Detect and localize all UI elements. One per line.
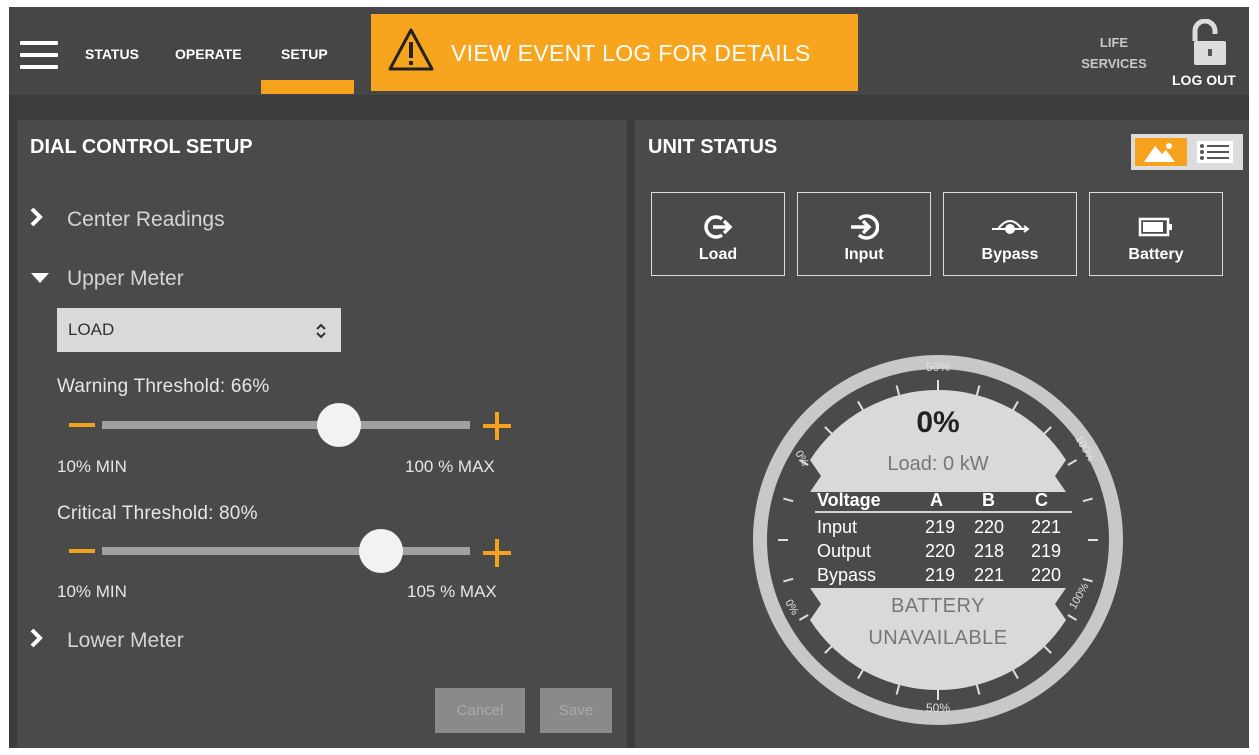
alert-text: VIEW EVENT LOG FOR DETAILS (451, 40, 811, 66)
dial-load-text: Load: 0 kW (887, 453, 988, 475)
critical-min-label: 10% MIN (57, 582, 127, 601)
critical-increase-button[interactable] (483, 539, 511, 567)
chevron-down-icon (29, 268, 49, 291)
upper-meter-select-value: LOAD (68, 320, 115, 339)
active-tab-indicator (261, 80, 354, 94)
row-bypass-name: Bypass (817, 565, 876, 585)
row-input-b: 220 (974, 517, 1004, 537)
top-bar: STATUS OPERATE SETUP VIEW EVENT LOG FOR … (9, 7, 1249, 95)
tab-operate[interactable]: OPERATE (175, 46, 242, 62)
cancel-button[interactable]: Cancel (435, 688, 525, 733)
unit-status-dial: 50% 50% 0% 100% 0% 100% 0% Load: 0 kW Vo… (753, 355, 1123, 725)
critical-decrease-button[interactable] (69, 549, 95, 553)
warning-icon (388, 28, 434, 71)
chevron-right-icon (29, 206, 49, 234)
warning-increase-button[interactable] (483, 412, 511, 440)
dial-control-setup-panel: DIAL CONTROL SETUP Center Readings Upper… (17, 120, 627, 748)
hamburger-icon[interactable] (20, 41, 58, 69)
row-output-name: Output (817, 541, 871, 561)
row-input-a: 219 (925, 517, 955, 537)
tab-setup[interactable]: SETUP (281, 46, 328, 62)
voltage-header: Voltage (817, 490, 881, 510)
row-output-a: 220 (925, 541, 955, 561)
save-button[interactable]: Save (540, 688, 612, 733)
center-readings-label: Center Readings (67, 208, 225, 231)
critical-max-label: 105 % MAX (407, 582, 497, 601)
warning-threshold-label: Warning Threshold: 66% (57, 376, 270, 397)
row-output-b: 218 (974, 541, 1004, 561)
row-bypass-b: 221 (974, 565, 1004, 585)
unlocked-padlock-icon[interactable] (1187, 19, 1227, 67)
unit-status-panel: UNIT STATUS Load Input Bypass Battery 50… (635, 120, 1249, 748)
warning-min-label: 10% MIN (57, 457, 127, 476)
warning-decrease-button[interactable] (69, 423, 95, 427)
upper-meter-section[interactable]: Upper Meter (29, 267, 184, 291)
center-readings-section[interactable]: Center Readings (29, 206, 225, 234)
row-bypass-a: 219 (925, 565, 955, 585)
life-services-link[interactable]: LIFE SERVICES (1069, 32, 1159, 74)
slider-knob[interactable] (316, 403, 361, 447)
warning-threshold-slider[interactable] (102, 403, 470, 447)
dial-percent: 0% (916, 406, 959, 439)
battery-status-line2: UNAVAILABLE (868, 627, 1007, 649)
phase-b-header: B (982, 490, 995, 510)
battery-status-line1: BATTERY (891, 595, 985, 617)
chevron-right-icon (29, 627, 49, 655)
lower-meter-section[interactable]: Lower Meter (29, 627, 184, 655)
row-bypass-c: 220 (1031, 565, 1061, 585)
phase-c-header: C (1035, 490, 1048, 510)
app-frame: STATUS OPERATE SETUP VIEW EVENT LOG FOR … (9, 7, 1249, 748)
logout-button[interactable]: LOG OUT (1172, 72, 1236, 88)
panel-title: DIAL CONTROL SETUP (30, 136, 253, 158)
dial-top-mark: 50% (926, 360, 950, 374)
warning-max-label: 100 % MAX (405, 457, 495, 476)
upper-meter-select[interactable]: LOAD (57, 308, 341, 352)
critical-threshold-label: Critical Threshold: 80% (57, 503, 258, 524)
slider-knob[interactable] (359, 529, 404, 573)
tab-status[interactable]: STATUS (85, 46, 139, 62)
phase-a-header: A (930, 490, 943, 510)
row-input-name: Input (817, 517, 857, 537)
critical-threshold-slider[interactable] (102, 529, 470, 573)
life-services-line2: SERVICES (1081, 56, 1147, 71)
updown-chevron-icon (315, 308, 327, 352)
lower-meter-label: Lower Meter (67, 629, 184, 652)
upper-meter-label: Upper Meter (67, 267, 184, 290)
row-input-c: 221 (1031, 517, 1061, 537)
event-log-alert-banner[interactable]: VIEW EVENT LOG FOR DETAILS (371, 14, 858, 91)
dial-bottom-mark: 50% (926, 701, 950, 715)
life-services-line1: LIFE (1099, 35, 1129, 50)
row-output-c: 219 (1031, 541, 1061, 561)
